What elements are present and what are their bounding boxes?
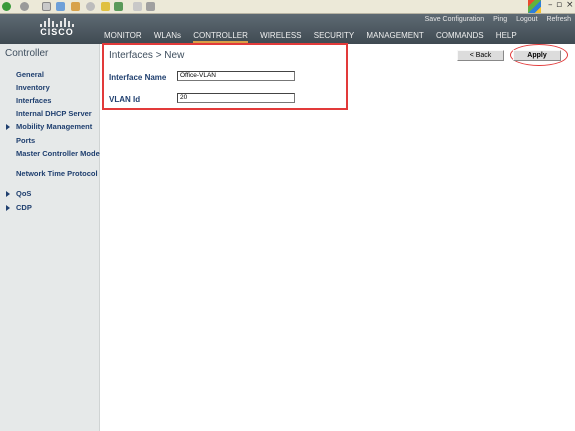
home-icon[interactable] <box>71 2 80 11</box>
expand-arrow-icon[interactable] <box>6 124 10 130</box>
logout-link[interactable]: Logout <box>516 16 537 23</box>
nav-management[interactable]: MANAGEMENT <box>366 31 423 40</box>
vlan-id-label: VLAN Id <box>109 95 141 104</box>
save-configuration-link[interactable]: Save Configuration <box>425 16 485 23</box>
interface-name-label: Interface Name <box>109 73 167 82</box>
app-header: CISCO Save Configuration Ping Logout Ref… <box>0 14 575 44</box>
interface-name-input[interactable]: Office-VLAN <box>177 71 295 81</box>
sidebar-title: Controller <box>5 48 49 59</box>
highlight-box: Interfaces > New Interface Name Office-V… <box>102 43 348 110</box>
sidebar-item-interfaces[interactable]: Interfaces <box>16 97 100 105</box>
expand-arrow-icon[interactable] <box>6 191 10 197</box>
logo-text: CISCO <box>40 27 74 37</box>
sidebar-item-network-time-protocol[interactable]: Network Time Protocol <box>16 170 100 178</box>
back-button[interactable]: < Back <box>457 50 504 61</box>
nav-monitor[interactable]: MONITOR <box>104 31 142 40</box>
sidebar-item-master-controller-mode[interactable]: Master Controller Mode <box>16 150 100 158</box>
nav-commands[interactable]: COMMANDS <box>436 31 484 40</box>
forward-arrow-icon[interactable] <box>20 2 29 11</box>
cisco-logo: CISCO <box>30 17 84 37</box>
top-links: Save Configuration Ping Logout Refresh <box>418 16 571 23</box>
sidebar-item-inventory[interactable]: Inventory <box>16 84 100 92</box>
main-nav: MONITOR WLANs CONTROLLER WIRELESS SECURI… <box>104 31 527 43</box>
main-content: Interfaces > New Interface Name Office-V… <box>100 43 575 431</box>
nav-help[interactable]: HELP <box>496 31 517 40</box>
nav-wireless[interactable]: WIRELESS <box>260 31 301 40</box>
ping-link[interactable]: Ping <box>493 16 507 23</box>
page-title: Interfaces > New <box>109 50 185 61</box>
sidebar-item-ports[interactable]: Ports <box>16 137 100 145</box>
refresh-icon[interactable] <box>56 2 65 11</box>
history-icon[interactable] <box>133 2 142 11</box>
nav-wlans[interactable]: WLANs <box>154 31 181 40</box>
nav-security[interactable]: SECURITY <box>314 31 354 40</box>
sidebar-item-general[interactable]: General <box>16 71 100 79</box>
sidebar: Controller General Inventory Interfaces … <box>0 44 100 431</box>
apply-button[interactable]: Apply <box>513 50 561 61</box>
browser-toolbar: – ▫ × <box>0 0 575 14</box>
refresh-link[interactable]: Refresh <box>546 16 571 23</box>
cisco-bars-icon <box>30 17 84 27</box>
sidebar-item-qos[interactable]: QoS <box>16 190 100 198</box>
windows-logo-icon <box>528 0 541 13</box>
sidebar-item-mobility-management[interactable]: Mobility Management <box>16 123 100 131</box>
expand-arrow-icon[interactable] <box>6 205 10 211</box>
maximize-button[interactable]: ▫ <box>556 0 562 10</box>
stop-icon[interactable] <box>42 2 51 11</box>
minimize-button[interactable]: – <box>548 0 553 10</box>
nav-controller[interactable]: CONTROLLER <box>193 31 248 43</box>
search-icon[interactable] <box>86 2 95 11</box>
media-icon[interactable] <box>114 2 123 11</box>
sidebar-item-cdp[interactable]: CDP <box>16 204 100 212</box>
mail-icon[interactable] <box>146 2 155 11</box>
vlan-id-input[interactable]: 20 <box>177 93 295 103</box>
back-arrow-icon[interactable] <box>2 2 11 11</box>
sidebar-item-internal-dhcp-server[interactable]: Internal DHCP Server <box>16 110 100 118</box>
close-button[interactable]: × <box>566 0 574 10</box>
favorites-star-icon[interactable] <box>101 2 110 11</box>
